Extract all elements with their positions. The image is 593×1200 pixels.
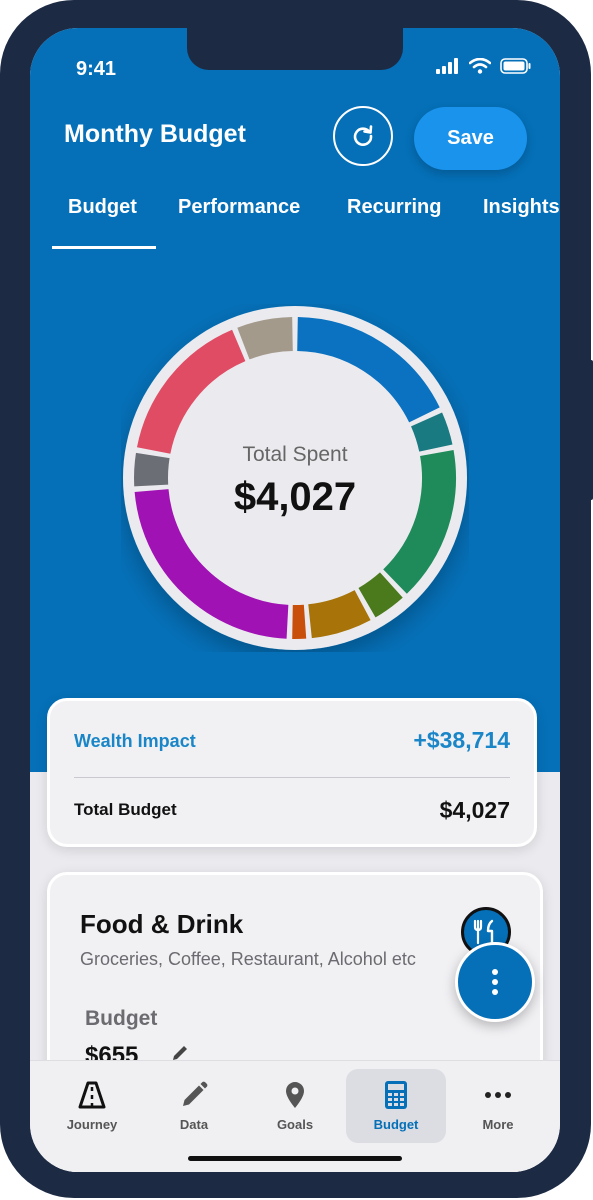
more-actions-fab[interactable] [455, 942, 535, 1022]
tab-recurring[interactable]: Recurring [347, 196, 441, 219]
nav-label: Journey [66, 1116, 118, 1132]
total-budget-label: Total Budget [74, 800, 177, 819]
status-icons [436, 58, 532, 74]
side-button [0, 246, 5, 288]
total-budget-value: $4,027 [439, 797, 510, 823]
nav-journey[interactable]: Journey [42, 1069, 142, 1143]
donut-center: Total Spent $4,027 [121, 304, 469, 652]
nav-label: More [482, 1116, 514, 1132]
side-button [587, 360, 593, 500]
home-indicator [188, 1156, 402, 1161]
status-time: 9:41 [76, 58, 117, 80]
calculator-icon [385, 1080, 407, 1109]
category-budget-label: Budget [85, 1007, 158, 1030]
more-vertical-icon [492, 969, 498, 995]
save-button[interactable]: Save [414, 107, 527, 170]
page-title: Monthy Budget [64, 120, 246, 148]
pencil-icon [183, 1081, 208, 1106]
signal-icon [436, 58, 458, 74]
tab-budget[interactable]: Budget [68, 196, 137, 219]
refresh-button[interactable] [333, 106, 393, 166]
category-title: Food & Drink [80, 909, 244, 939]
total-spent-label: Total Spent [242, 442, 348, 466]
tab-insights[interactable]: Insights [483, 196, 560, 219]
divider [74, 777, 510, 778]
refresh-icon [353, 125, 373, 146]
total-spent-value: $4,027 [233, 474, 357, 519]
more-horizontal-icon [485, 1091, 511, 1098]
active-tab-indicator [52, 246, 156, 249]
side-button [0, 446, 5, 536]
battery-icon [500, 58, 531, 74]
wealth-impact-card: Wealth Impact +$38,714 Total Budget $4,0… [47, 698, 537, 847]
nav-more[interactable]: More [448, 1069, 548, 1143]
side-button [0, 332, 5, 422]
nav-label: Budget [373, 1116, 419, 1132]
location-pin-icon [286, 1081, 304, 1108]
nav-goals[interactable]: Goals [245, 1069, 345, 1143]
category-subtitle: Groceries, Coffee, Restaurant, Alcohol e… [80, 949, 416, 969]
nav-data[interactable]: Data [144, 1069, 244, 1143]
notch [187, 28, 403, 70]
nav-budget[interactable]: Budget [346, 1069, 446, 1143]
spending-donut-chart: Total Spent $4,027 [121, 304, 469, 652]
wealth-impact-label: Wealth Impact [74, 731, 196, 751]
wealth-impact-value: +$38,714 [413, 727, 510, 753]
phone-screen: 9:41 Monthy Budget Save Budget Performan… [30, 28, 560, 1172]
road-icon [78, 1081, 106, 1108]
wifi-icon [469, 58, 491, 74]
nav-label: Goals [276, 1116, 314, 1132]
tab-performance[interactable]: Performance [178, 196, 300, 219]
bottom-nav: Journey Data Goals Budget More [30, 1060, 560, 1172]
nav-label: Data [179, 1116, 209, 1132]
